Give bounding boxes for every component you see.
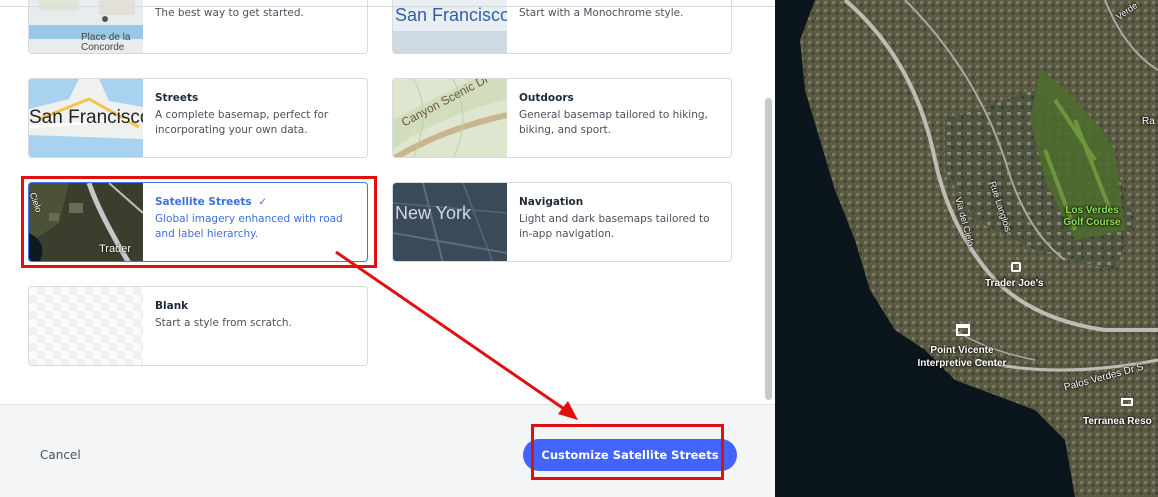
map-label-trader: Trader Joe's [985,278,1044,289]
thumb-city-label: New York [395,203,472,223]
cancel-button[interactable]: Cancel [40,448,81,462]
style-title: Blank [155,300,189,312]
thumb-city-label: San Francisco [29,107,143,128]
map-label-ra: Ra [1142,116,1155,127]
style-card-blank[interactable]: Blank Start a style from scratch. [28,286,368,366]
style-card-monochrome[interactable]: San Francisco Start with a Monochrome st… [392,0,732,54]
map-label-golf: Los Verdes Golf Course [1063,205,1121,228]
museum-icon [956,324,970,336]
map-label-point-vicente: Point Vicente Interpretive Center [917,345,1007,369]
map-label-terranea: Terranea Reso [1083,416,1152,427]
header-divider [0,6,775,7]
style-title: Streets [155,92,199,104]
style-description: General basemap tailored to hiking, biki… [519,109,708,136]
style-description: A complete basemap, perfect for incorpor… [155,109,329,136]
style-thumbnail [29,287,143,365]
highlight-satellite-card [21,176,377,268]
style-thumbnail: Canyon Scenic Dr [393,79,507,157]
highlight-customize-button [531,424,724,480]
style-thumbnail: New York [393,183,507,261]
thumb-city-label: San Francisco [395,5,507,25]
style-card-streets[interactable]: San Francisco Streets A complete basemap… [28,78,368,158]
style-title: Outdoors [519,92,574,104]
thumb-place-label: Place de la Concorde [81,32,131,53]
style-card-basic[interactable]: Place de la Concorde The best way to get… [28,0,368,54]
style-thumbnail: Place de la Concorde [29,0,143,53]
style-thumbnail: San Francisco [29,79,143,157]
style-description: The best way to get started. [155,7,304,19]
style-card-navigation[interactable]: New York Navigation Light and dark basem… [392,182,732,262]
style-title: Navigation [519,196,584,208]
shopping-cart-icon [1011,262,1021,272]
scrollbar[interactable] [765,98,772,400]
style-description: Start with a Monochrome style. [519,7,684,19]
hotel-icon [1121,398,1133,406]
style-description: Light and dark basemaps tailored to in-a… [519,213,710,240]
style-description: Start a style from scratch. [155,317,292,329]
map-preview[interactable]: Los Verdes Golf Course Trader Joe's Poin… [775,0,1158,497]
style-thumbnail: San Francisco [393,0,507,53]
style-card-outdoors[interactable]: Canyon Scenic Dr Outdoors General basema… [392,78,732,158]
